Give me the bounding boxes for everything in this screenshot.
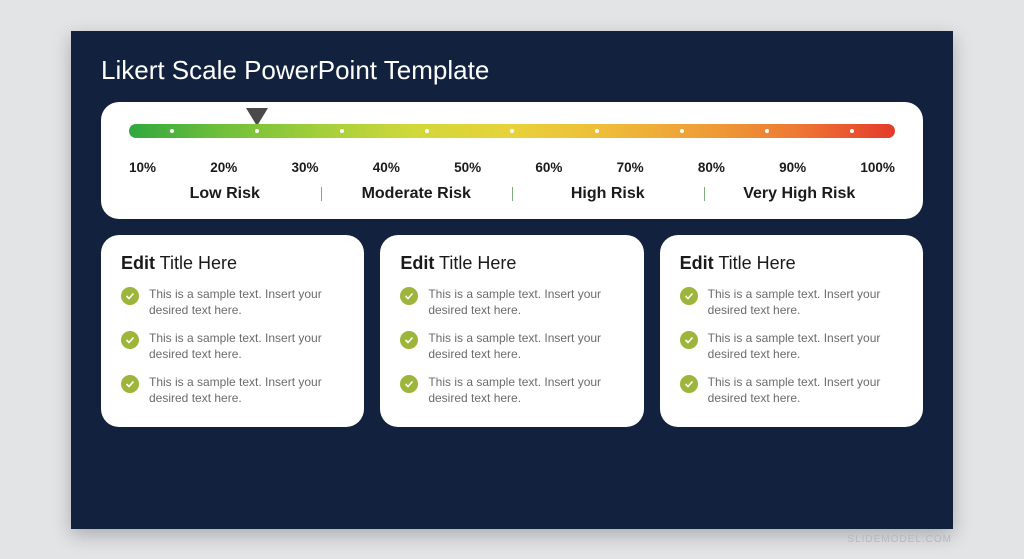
bullet-text: This is a sample text. Insert your desir… [149,286,344,318]
risk-label: Moderate Risk [321,185,513,203]
list-item: This is a sample text. Insert your desir… [121,286,344,318]
risk-label: Very High Risk [704,185,896,203]
tick-label: 90% [779,160,806,175]
check-icon [680,331,698,349]
check-icon [400,375,418,393]
slide-title: Likert Scale PowerPoint Template [101,55,923,86]
bullet-text: This is a sample text. Insert your desir… [149,330,344,362]
list-item: This is a sample text. Insert your desir… [400,330,623,362]
card-title: Edit Title Here [680,253,903,274]
tick-label: 60% [535,160,562,175]
check-icon [680,375,698,393]
tick-label: 50% [454,160,481,175]
card-title-rest: Title Here [434,253,516,273]
tick-label: 40% [373,160,400,175]
bullet-text: This is a sample text. Insert your desir… [428,286,623,318]
bullet-text: This is a sample text. Insert your desir… [149,374,344,406]
bullet-text: This is a sample text. Insert your desir… [708,286,903,318]
risk-label: Low Risk [129,185,321,203]
check-icon [121,331,139,349]
content-card: Edit Title Here This is a sample text. I… [101,235,364,427]
card-title-bold: Edit [680,253,714,273]
check-icon [400,287,418,305]
card-title-bold: Edit [400,253,434,273]
card-title-rest: Title Here [155,253,237,273]
card-title-rest: Title Here [714,253,796,273]
content-card: Edit Title Here This is a sample text. I… [660,235,923,427]
list-item: This is a sample text. Insert your desir… [121,374,344,406]
slide: Likert Scale PowerPoint Template 10% 20%… [71,31,953,529]
check-icon [121,375,139,393]
tick-label: 20% [210,160,237,175]
tick-label: 30% [292,160,319,175]
list-item: This is a sample text. Insert your desir… [121,330,344,362]
bullet-text: This is a sample text. Insert your desir… [428,330,623,362]
tick-label: 10% [129,160,156,175]
scale-tick-labels: 10% 20% 30% 40% 50% 60% 70% 80% 90% 100% [129,160,895,175]
list-item: This is a sample text. Insert your desir… [400,374,623,406]
tick-label: 100% [860,160,895,175]
content-card: Edit Title Here This is a sample text. I… [380,235,643,427]
cards-row: Edit Title Here This is a sample text. I… [101,235,923,427]
check-icon [680,287,698,305]
card-title-bold: Edit [121,253,155,273]
bullet-text: This is a sample text. Insert your desir… [428,374,623,406]
scale-gradient-bar [129,124,895,138]
list-item: This is a sample text. Insert your desir… [680,330,903,362]
list-item: This is a sample text. Insert your desir… [680,286,903,318]
card-title: Edit Title Here [400,253,623,274]
bullet-text: This is a sample text. Insert your desir… [708,374,903,406]
check-icon [400,331,418,349]
bullet-text: This is a sample text. Insert your desir… [708,330,903,362]
scale-bar-container [129,124,895,154]
card-title: Edit Title Here [121,253,344,274]
risk-label: High Risk [512,185,704,203]
scale-card: 10% 20% 30% 40% 50% 60% 70% 80% 90% 100%… [101,102,923,219]
list-item: This is a sample text. Insert your desir… [400,286,623,318]
tick-label: 70% [617,160,644,175]
list-item: This is a sample text. Insert your desir… [680,374,903,406]
check-icon [121,287,139,305]
risk-labels-row: Low Risk Moderate Risk High Risk Very Hi… [129,185,895,203]
tick-label: 80% [698,160,725,175]
attribution-text: SLIDEMODEL.COM [847,534,952,545]
